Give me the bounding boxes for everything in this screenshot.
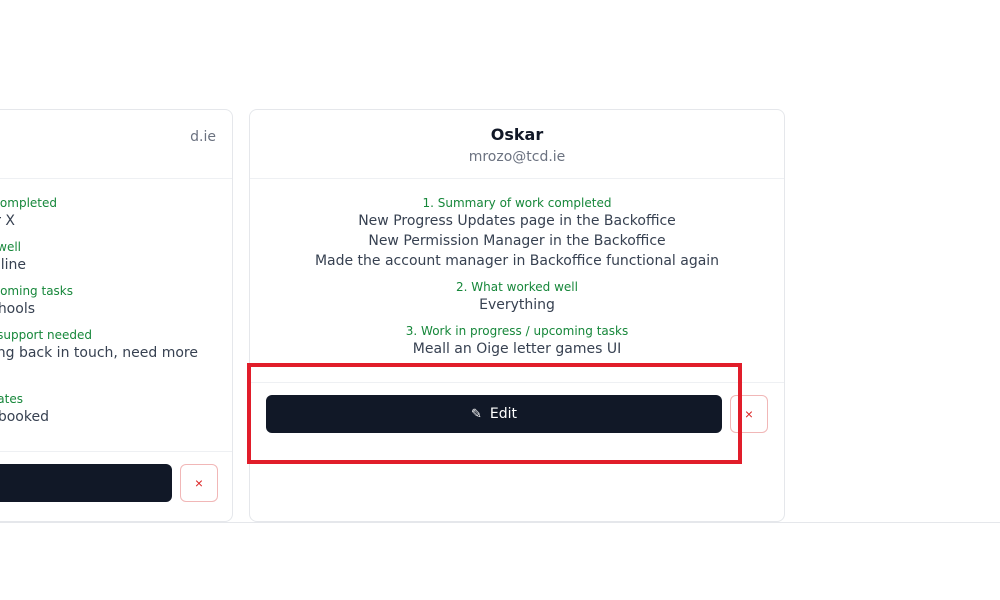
delete-button[interactable]: × xyxy=(730,395,768,433)
divider xyxy=(0,522,1000,523)
section-line: tting back in touch, need more xyxy=(0,345,198,361)
section-updates: ates booked xyxy=(0,391,198,427)
section-line: dline xyxy=(0,257,26,273)
section-line: New Progress Updates page in the Backoff… xyxy=(358,213,676,229)
section-title: 2. What worked well xyxy=(456,280,578,294)
section-line: Made the account manager in Backoffice f… xyxy=(314,253,720,269)
section-title: 1. Summary of work completed xyxy=(422,196,612,210)
section-line: Meall an Oige letter games UI xyxy=(412,341,622,357)
edit-button[interactable]: ✎ Edit xyxy=(266,395,722,433)
delete-button[interactable]: × xyxy=(180,464,218,502)
section-line: hools xyxy=(0,301,35,317)
edit-label: Edit xyxy=(489,406,518,422)
card-email: d.ie xyxy=(190,129,216,145)
card-footer: × xyxy=(0,452,232,521)
section-title: well xyxy=(0,240,21,254)
close-icon: × xyxy=(194,475,204,491)
card-header: Oskar mrozo@tcd.ie xyxy=(250,110,784,179)
card-header: d.ie xyxy=(0,110,232,179)
section-line: booked xyxy=(0,409,49,425)
section-title: 3. Work in progress / upcoming tasks xyxy=(405,324,629,338)
section-worked-well: 2. What worked well Everything xyxy=(250,279,784,315)
close-icon: × xyxy=(744,406,754,422)
card-body: 1. Summary of work completed New Progres… xyxy=(250,179,784,383)
progress-card-left: d.ie completed r X well dline coming tas… xyxy=(0,109,233,522)
section-upcoming: coming tasks hools xyxy=(0,283,198,319)
pencil-icon: ✎ xyxy=(470,406,482,422)
section-line: New Permission Manager in the Backoffice xyxy=(368,233,666,249)
section-line xyxy=(0,363,198,383)
edit-button[interactable] xyxy=(0,464,172,502)
card-body: completed r X well dline coming tasks ho… xyxy=(0,179,232,452)
card-name: Oskar xyxy=(490,125,544,144)
section-summary: 1. Summary of work completed New Progres… xyxy=(250,195,784,271)
card-email: mrozo@tcd.ie xyxy=(468,149,566,165)
progress-card-oskar: Oskar mrozo@tcd.ie 1. Summary of work co… xyxy=(249,109,785,522)
section-upcoming: 3. Work in progress / upcoming tasks Mea… xyxy=(250,323,784,359)
section-worked-well: well dline xyxy=(0,239,198,275)
section-title: ates xyxy=(0,392,23,406)
section-title: completed xyxy=(0,196,57,210)
section-title: coming tasks xyxy=(0,284,73,298)
card-footer: ✎ Edit × xyxy=(250,383,784,453)
section-summary: completed r X xyxy=(0,195,198,231)
section-line: Everything xyxy=(479,297,555,313)
section-line: r X xyxy=(0,213,15,229)
section-title: support needed xyxy=(0,328,92,342)
progress-updates-view: d.ie completed r X well dline coming tas… xyxy=(0,0,1000,600)
section-support: support needed tting back in touch, need… xyxy=(0,327,198,383)
